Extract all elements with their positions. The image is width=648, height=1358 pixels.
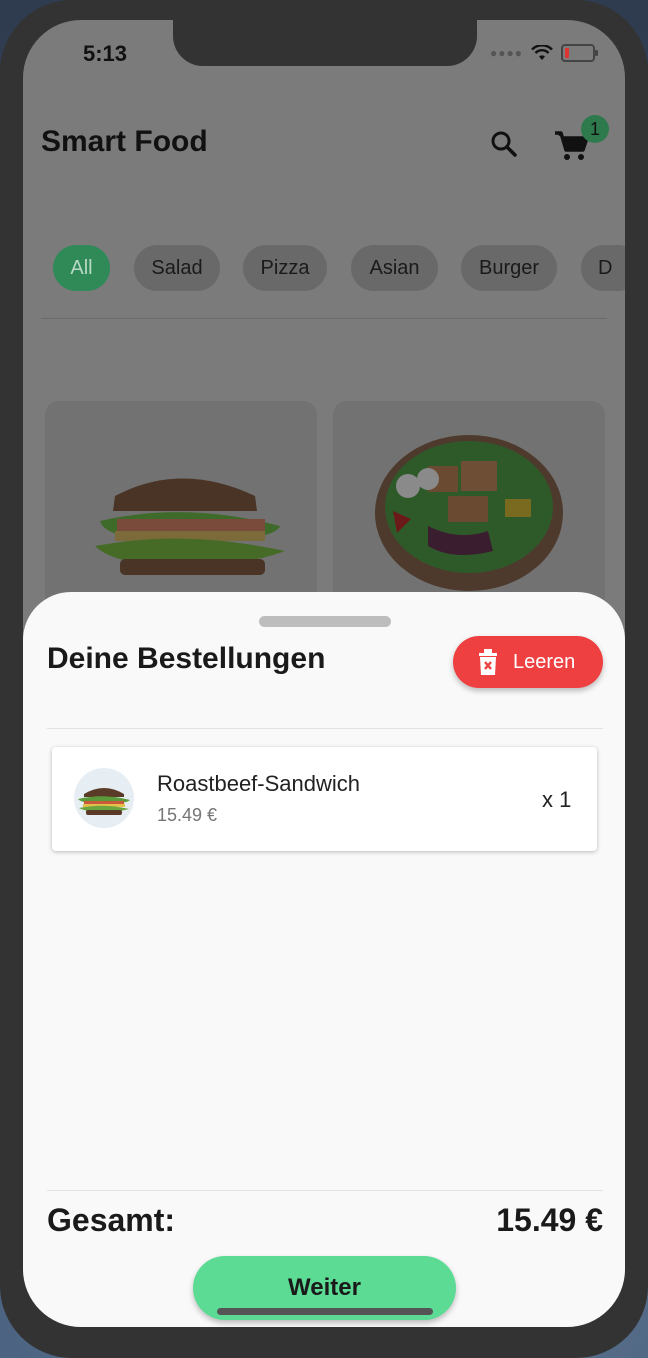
chip-salad[interactable]: Salad [134,245,220,291]
chip-pizza[interactable]: Pizza [243,245,327,291]
item-price: 15.49 € [157,805,218,825]
wifi-icon [531,45,553,60]
home-indicator [217,1308,433,1315]
chip-partial[interactable]: D [581,245,625,291]
status-time: 5:13 [83,41,128,66]
trash-icon [479,649,497,675]
header-divider [41,318,607,319]
signal-icon: ●●●● [490,46,523,60]
battery-icon [561,44,598,62]
phone-frame: 5:13 ●●●● Smart Food 1 All Salad Pizza A… [0,0,648,1358]
cart-count-badge: 1 [581,115,609,143]
search-icon[interactable] [488,128,520,160]
chip-all[interactable]: All [53,245,110,291]
item-name: Roastbeef-Sandwich [157,771,361,796]
sheet-divider [47,728,603,729]
total-divider [47,1190,603,1191]
chip-burger[interactable]: Burger [461,245,557,291]
category-chips: All Salad Pizza Asian Burger D [23,245,625,295]
total-label: Gesamt: [47,1202,176,1238]
drag-handle[interactable] [259,616,391,627]
order-item[interactable]: Roastbeef-Sandwich 15.49 € x 1 [52,747,597,851]
item-quantity: x 1 [542,787,572,812]
item-thumbnail [74,768,134,828]
notch [173,20,477,66]
order-sheet: Deine Bestellungen Leeren Roastbeef-Sand… [23,592,625,1327]
app-screen: 5:13 ●●●● Smart Food 1 All Salad Pizza A… [23,20,625,1327]
sheet-title: Deine Bestellungen [47,642,326,675]
total-value: 15.49 € [496,1202,603,1238]
clear-orders-label: Leeren [513,650,576,673]
clear-orders-button[interactable]: Leeren [453,636,603,688]
status-icons: ●●●● [490,44,598,62]
app-title: Smart Food [41,125,208,158]
chip-asian[interactable]: Asian [351,245,438,291]
